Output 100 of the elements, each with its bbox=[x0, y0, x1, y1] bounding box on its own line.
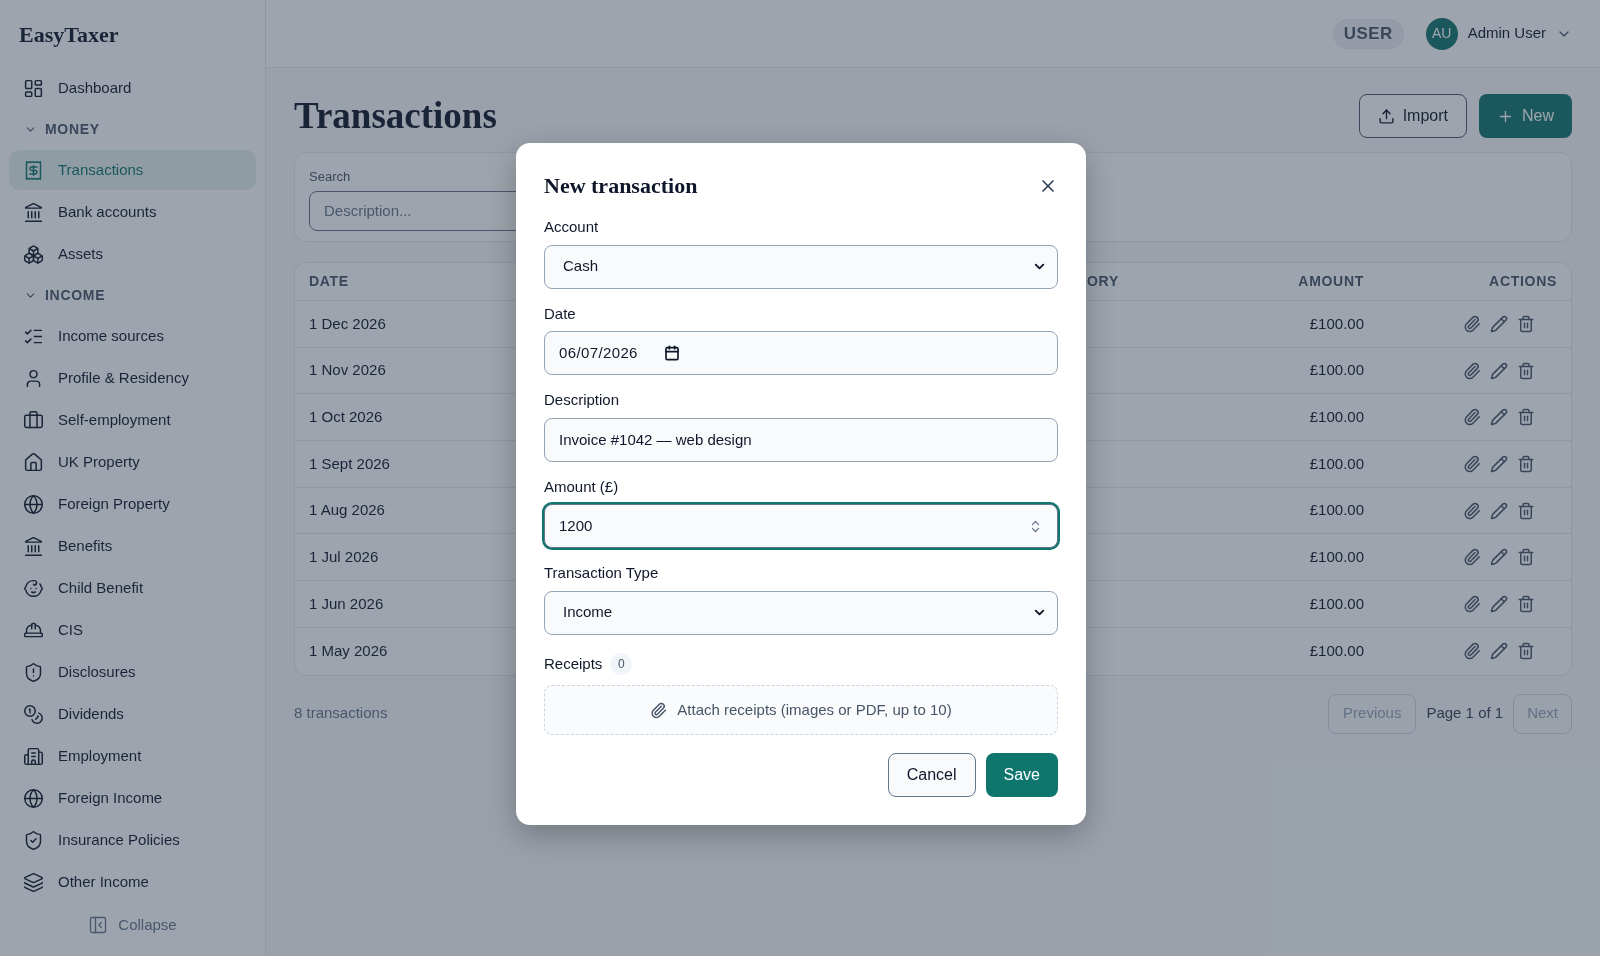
user-name: Admin User bbox=[1467, 23, 1546, 44]
globe-icon bbox=[23, 493, 44, 515]
nav-item[interactable]: Foreign Income bbox=[9, 778, 256, 818]
pencil-icon[interactable] bbox=[1490, 642, 1508, 661]
app-logo: EasyTaxer bbox=[19, 21, 119, 49]
paperclip-icon[interactable] bbox=[1463, 408, 1481, 427]
nav-item[interactable]: Child Benefit bbox=[9, 568, 256, 608]
date-cell: 1 Jul 2026 bbox=[309, 548, 379, 566]
nav-section-header[interactable]: INCOME bbox=[9, 275, 256, 315]
trash-icon[interactable] bbox=[1517, 642, 1535, 661]
trash-icon[interactable] bbox=[1517, 408, 1535, 427]
user-menu[interactable]: AU Admin User bbox=[1425, 17, 1572, 50]
nav-item[interactable]: Bank accounts bbox=[9, 192, 256, 232]
page-title: Transactions bbox=[294, 94, 497, 139]
nav-item[interactable]: Profile & Residency bbox=[9, 358, 256, 398]
amount-cell: £100.00 bbox=[1309, 594, 1364, 612]
date-cell: 1 Dec 2026 bbox=[309, 314, 386, 332]
select-field[interactable]: Income bbox=[544, 590, 1058, 635]
nav-item[interactable]: Income sources bbox=[9, 316, 256, 356]
date-field[interactable]: 06/07/2026 bbox=[544, 331, 1058, 375]
receipts-dropzone[interactable]: Attach receipts (images or PDF, up to 10) bbox=[544, 685, 1058, 735]
nav-item[interactable]: Assets bbox=[9, 234, 256, 274]
amount-cell: £100.00 bbox=[1309, 407, 1364, 425]
paperclip-icon[interactable] bbox=[1463, 454, 1481, 473]
receipt-count-badge: 0 bbox=[610, 652, 633, 675]
pencil-icon[interactable] bbox=[1490, 501, 1508, 520]
nav-item[interactable]: Dividends bbox=[9, 694, 256, 734]
baby-face-icon bbox=[23, 577, 44, 599]
amount-cell: £100.00 bbox=[1309, 454, 1364, 472]
paperclip-icon[interactable] bbox=[1463, 594, 1481, 613]
trash-icon[interactable] bbox=[1517, 501, 1535, 520]
paperclip-icon[interactable] bbox=[1463, 548, 1481, 567]
panel-collapse-icon bbox=[88, 915, 109, 935]
save-button[interactable]: Save bbox=[985, 753, 1058, 797]
amount-cell: £100.00 bbox=[1309, 641, 1364, 659]
paperclip-icon[interactable] bbox=[1463, 314, 1481, 333]
bank-icon bbox=[23, 201, 44, 223]
column-header: DATE bbox=[309, 273, 349, 289]
new-button[interactable]: New bbox=[1479, 94, 1572, 138]
nav-item[interactable]: Dashboard bbox=[9, 68, 256, 108]
cancel-button[interactable]: Cancel bbox=[887, 753, 976, 797]
import-button[interactable]: Import bbox=[1358, 94, 1467, 138]
coins-icon bbox=[23, 703, 44, 725]
nav-item[interactable]: Foreign Property bbox=[9, 484, 256, 524]
calendar-icon bbox=[663, 345, 680, 361]
bank-icon bbox=[23, 535, 44, 557]
nav-item[interactable]: UK Property bbox=[9, 442, 256, 482]
trash-icon[interactable] bbox=[1517, 548, 1535, 567]
upload-icon bbox=[1377, 107, 1395, 125]
briefcase-icon bbox=[23, 409, 44, 431]
pencil-icon[interactable] bbox=[1490, 314, 1508, 333]
amount-cell: £100.00 bbox=[1309, 361, 1364, 379]
transaction-count: 8 transactions bbox=[294, 703, 388, 724]
number-field[interactable]: 1200 bbox=[544, 504, 1058, 548]
field-label: Date bbox=[544, 303, 576, 324]
field-label: Description bbox=[544, 390, 620, 410]
date-cell: 1 Nov 2026 bbox=[309, 361, 386, 379]
nav-section-header[interactable]: MONEY bbox=[9, 109, 256, 149]
amount-cell: £100.00 bbox=[1309, 501, 1364, 519]
amount-cell: £100.00 bbox=[1309, 314, 1364, 332]
nav-item[interactable]: Other Income bbox=[9, 862, 256, 902]
pencil-icon[interactable] bbox=[1490, 454, 1508, 473]
paperclip-icon[interactable] bbox=[1463, 501, 1481, 520]
dashboard-grid-icon bbox=[23, 77, 44, 99]
pencil-icon[interactable] bbox=[1490, 594, 1508, 613]
nav-item[interactable]: CIS bbox=[9, 610, 256, 650]
field-label: Amount (£) bbox=[544, 476, 619, 497]
pencil-icon[interactable] bbox=[1490, 408, 1508, 427]
house-icon bbox=[23, 451, 44, 473]
building-icon bbox=[23, 745, 44, 767]
pencil-icon[interactable] bbox=[1490, 361, 1508, 380]
shield-alert-icon bbox=[23, 661, 44, 683]
date-cell: 1 May 2026 bbox=[309, 641, 388, 659]
pencil-icon[interactable] bbox=[1490, 548, 1508, 567]
page-indicator: Page 1 of 1 bbox=[1426, 703, 1504, 724]
field-label: Transaction Type bbox=[544, 563, 659, 583]
trash-icon[interactable] bbox=[1517, 454, 1535, 473]
column-header: ACTIONS bbox=[1489, 273, 1557, 289]
receipts-label: Receipts bbox=[544, 653, 603, 674]
nav-item[interactable]: Insurance Policies bbox=[9, 820, 256, 860]
avatar: AU bbox=[1425, 17, 1458, 50]
trash-icon[interactable] bbox=[1517, 594, 1535, 613]
shield-check-icon bbox=[23, 829, 44, 851]
search-label: Search bbox=[309, 168, 351, 186]
amount-cell: £100.00 bbox=[1309, 548, 1364, 566]
select-field[interactable]: Cash bbox=[544, 244, 1058, 289]
nav-item[interactable]: Self-employment bbox=[9, 400, 256, 440]
date-cell: 1 Sept 2026 bbox=[309, 454, 390, 472]
nav-item[interactable]: Disclosures bbox=[9, 652, 256, 692]
nav-item[interactable]: Benefits bbox=[9, 526, 256, 566]
date-cell: 1 Oct 2026 bbox=[309, 407, 383, 425]
paperclip-icon[interactable] bbox=[1463, 361, 1481, 380]
date-cell: 1 Aug 2026 bbox=[309, 501, 385, 519]
text-field[interactable]: Invoice #1042 — web design bbox=[544, 417, 1058, 462]
trash-icon[interactable] bbox=[1517, 361, 1535, 380]
paperclip-icon[interactable] bbox=[1463, 642, 1481, 661]
paperclip-icon bbox=[650, 701, 668, 719]
nav-item[interactable]: Employment bbox=[9, 736, 256, 776]
role-badge: USER bbox=[1332, 18, 1404, 49]
trash-icon[interactable] bbox=[1517, 314, 1535, 333]
